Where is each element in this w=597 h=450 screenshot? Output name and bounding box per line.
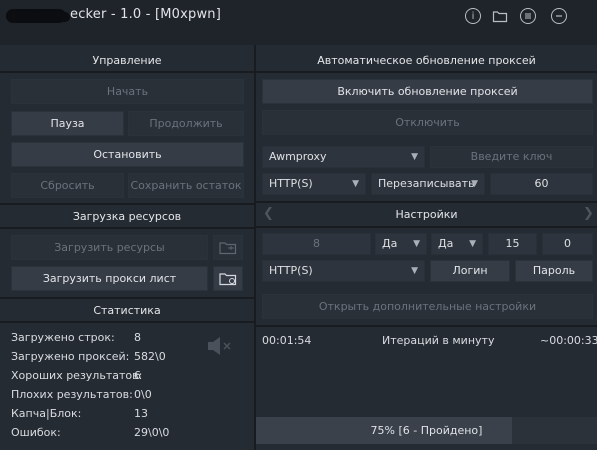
stat-value: 8 [134, 331, 141, 344]
app-logo-mark [30, 12, 70, 22]
stat-value: 0\0 [134, 388, 152, 401]
divider [0, 297, 254, 299]
divider [0, 321, 254, 323]
update-interval-input[interactable]: 60 [490, 173, 593, 195]
load-resources-folder-button[interactable] [213, 235, 243, 260]
stat-value: 29\0\0 [134, 426, 170, 439]
proxy-type-value: HTTP(S) [269, 264, 313, 277]
window-title: ecker - 1.0 - [M0xpwn] [70, 7, 221, 22]
stop-button[interactable]: Остановить [11, 142, 244, 167]
progress-label: 75% [6 - Пройдено] [370, 424, 483, 437]
load-resources-button[interactable]: Загрузить ресурсы [11, 235, 208, 260]
number1-input[interactable]: 15 [488, 233, 537, 255]
reset-button[interactable]: Сбросить [11, 173, 124, 198]
password-input[interactable]: Пароль [515, 260, 593, 282]
autoupdate-protocol-value: HTTP(S) [269, 177, 313, 190]
remaining-time: ~00:00:33 [540, 334, 597, 347]
autoupdate-protocol-select[interactable]: HTTP(S) ▼ [262, 173, 366, 195]
divider [0, 203, 254, 205]
load-proxy-list-button[interactable]: Загрузить прокси лист [11, 266, 208, 291]
stat-label: Капча|Блок: [11, 407, 82, 420]
number2-input[interactable]: 0 [542, 233, 593, 255]
speaker-muted-icon[interactable] [205, 334, 235, 358]
resume-button[interactable]: Продолжить [128, 111, 244, 136]
enable-autoupdate-button[interactable]: Включить обновление проксей [262, 79, 593, 104]
chevron-down-icon: ▼ [471, 179, 478, 189]
pause-button[interactable]: Пауза [11, 111, 124, 136]
minimize-icon[interactable] [551, 8, 567, 24]
elapsed-time: 00:01:54 [262, 334, 312, 347]
control-section-title: Управление [92, 54, 162, 67]
option1-value: Да [382, 237, 398, 250]
chevron-down-icon: ▼ [411, 266, 418, 276]
save-rest-button[interactable]: Сохранить остаток [128, 173, 244, 198]
update-mode-value: Перезаписывать [378, 177, 475, 190]
stat-value: 582\0 [134, 350, 166, 363]
progress-bar: 75% [6 - Пройдено] [256, 417, 597, 444]
stat-label: Хороших результатов: [11, 369, 143, 382]
login-input[interactable]: Логин [430, 260, 510, 282]
proxy-type-select[interactable]: HTTP(S) ▼ [262, 260, 425, 282]
stat-label: Плохих результатов: [11, 388, 133, 401]
option2-value: Да [438, 237, 454, 250]
rate-label: Итераций в минуту [382, 334, 495, 347]
divider [256, 325, 597, 327]
autoupdate-section-title: Автоматическое обновление проксей [317, 54, 536, 67]
divider [0, 227, 254, 229]
proxy-provider-value: Awmproxy [269, 150, 327, 163]
divider [256, 201, 597, 203]
info-icon[interactable]: i [465, 8, 481, 24]
option2-select[interactable]: Да ▼ [431, 233, 483, 255]
chevron-down-icon: ▼ [413, 239, 420, 249]
chevron-right-icon[interactable]: ❯ [583, 206, 594, 221]
chevron-down-icon: ▼ [352, 179, 359, 189]
divider [256, 71, 597, 73]
load-proxy-folder-button[interactable] [213, 266, 243, 291]
threads-input[interactable]: 8 [262, 233, 371, 255]
stat-label: Загружено строк: [11, 331, 115, 344]
api-key-input[interactable]: Введите ключ [430, 146, 593, 168]
folder-icon [219, 273, 237, 286]
folder-icon[interactable] [492, 8, 508, 24]
stats-section-title: Статистика [93, 304, 161, 317]
stat-value: 13 [134, 407, 148, 420]
stat-label: Загружено проксей: [11, 350, 130, 363]
chevron-down-icon: ▼ [469, 239, 476, 249]
update-mode-select[interactable]: Перезаписывать ▼ [371, 173, 485, 195]
menu-icon[interactable] [520, 8, 536, 24]
chevron-down-icon: ▼ [411, 152, 418, 162]
folder-icon [219, 242, 237, 255]
stat-value: 6 [134, 369, 141, 382]
divider [0, 71, 254, 73]
start-button[interactable]: Начать [11, 79, 244, 104]
disable-autoupdate-button[interactable]: Отключить [262, 110, 593, 135]
option1-select[interactable]: Да ▼ [375, 233, 427, 255]
divider [256, 226, 597, 228]
stat-label: Ошибок: [11, 426, 61, 439]
proxy-provider-select[interactable]: Awmproxy ▼ [262, 146, 425, 168]
open-advanced-settings-button[interactable]: Открыть дополнительные настройки [262, 294, 593, 319]
settings-section-title: Настройки [395, 208, 458, 221]
resources-section-title: Загрузка ресурсов [72, 210, 182, 223]
